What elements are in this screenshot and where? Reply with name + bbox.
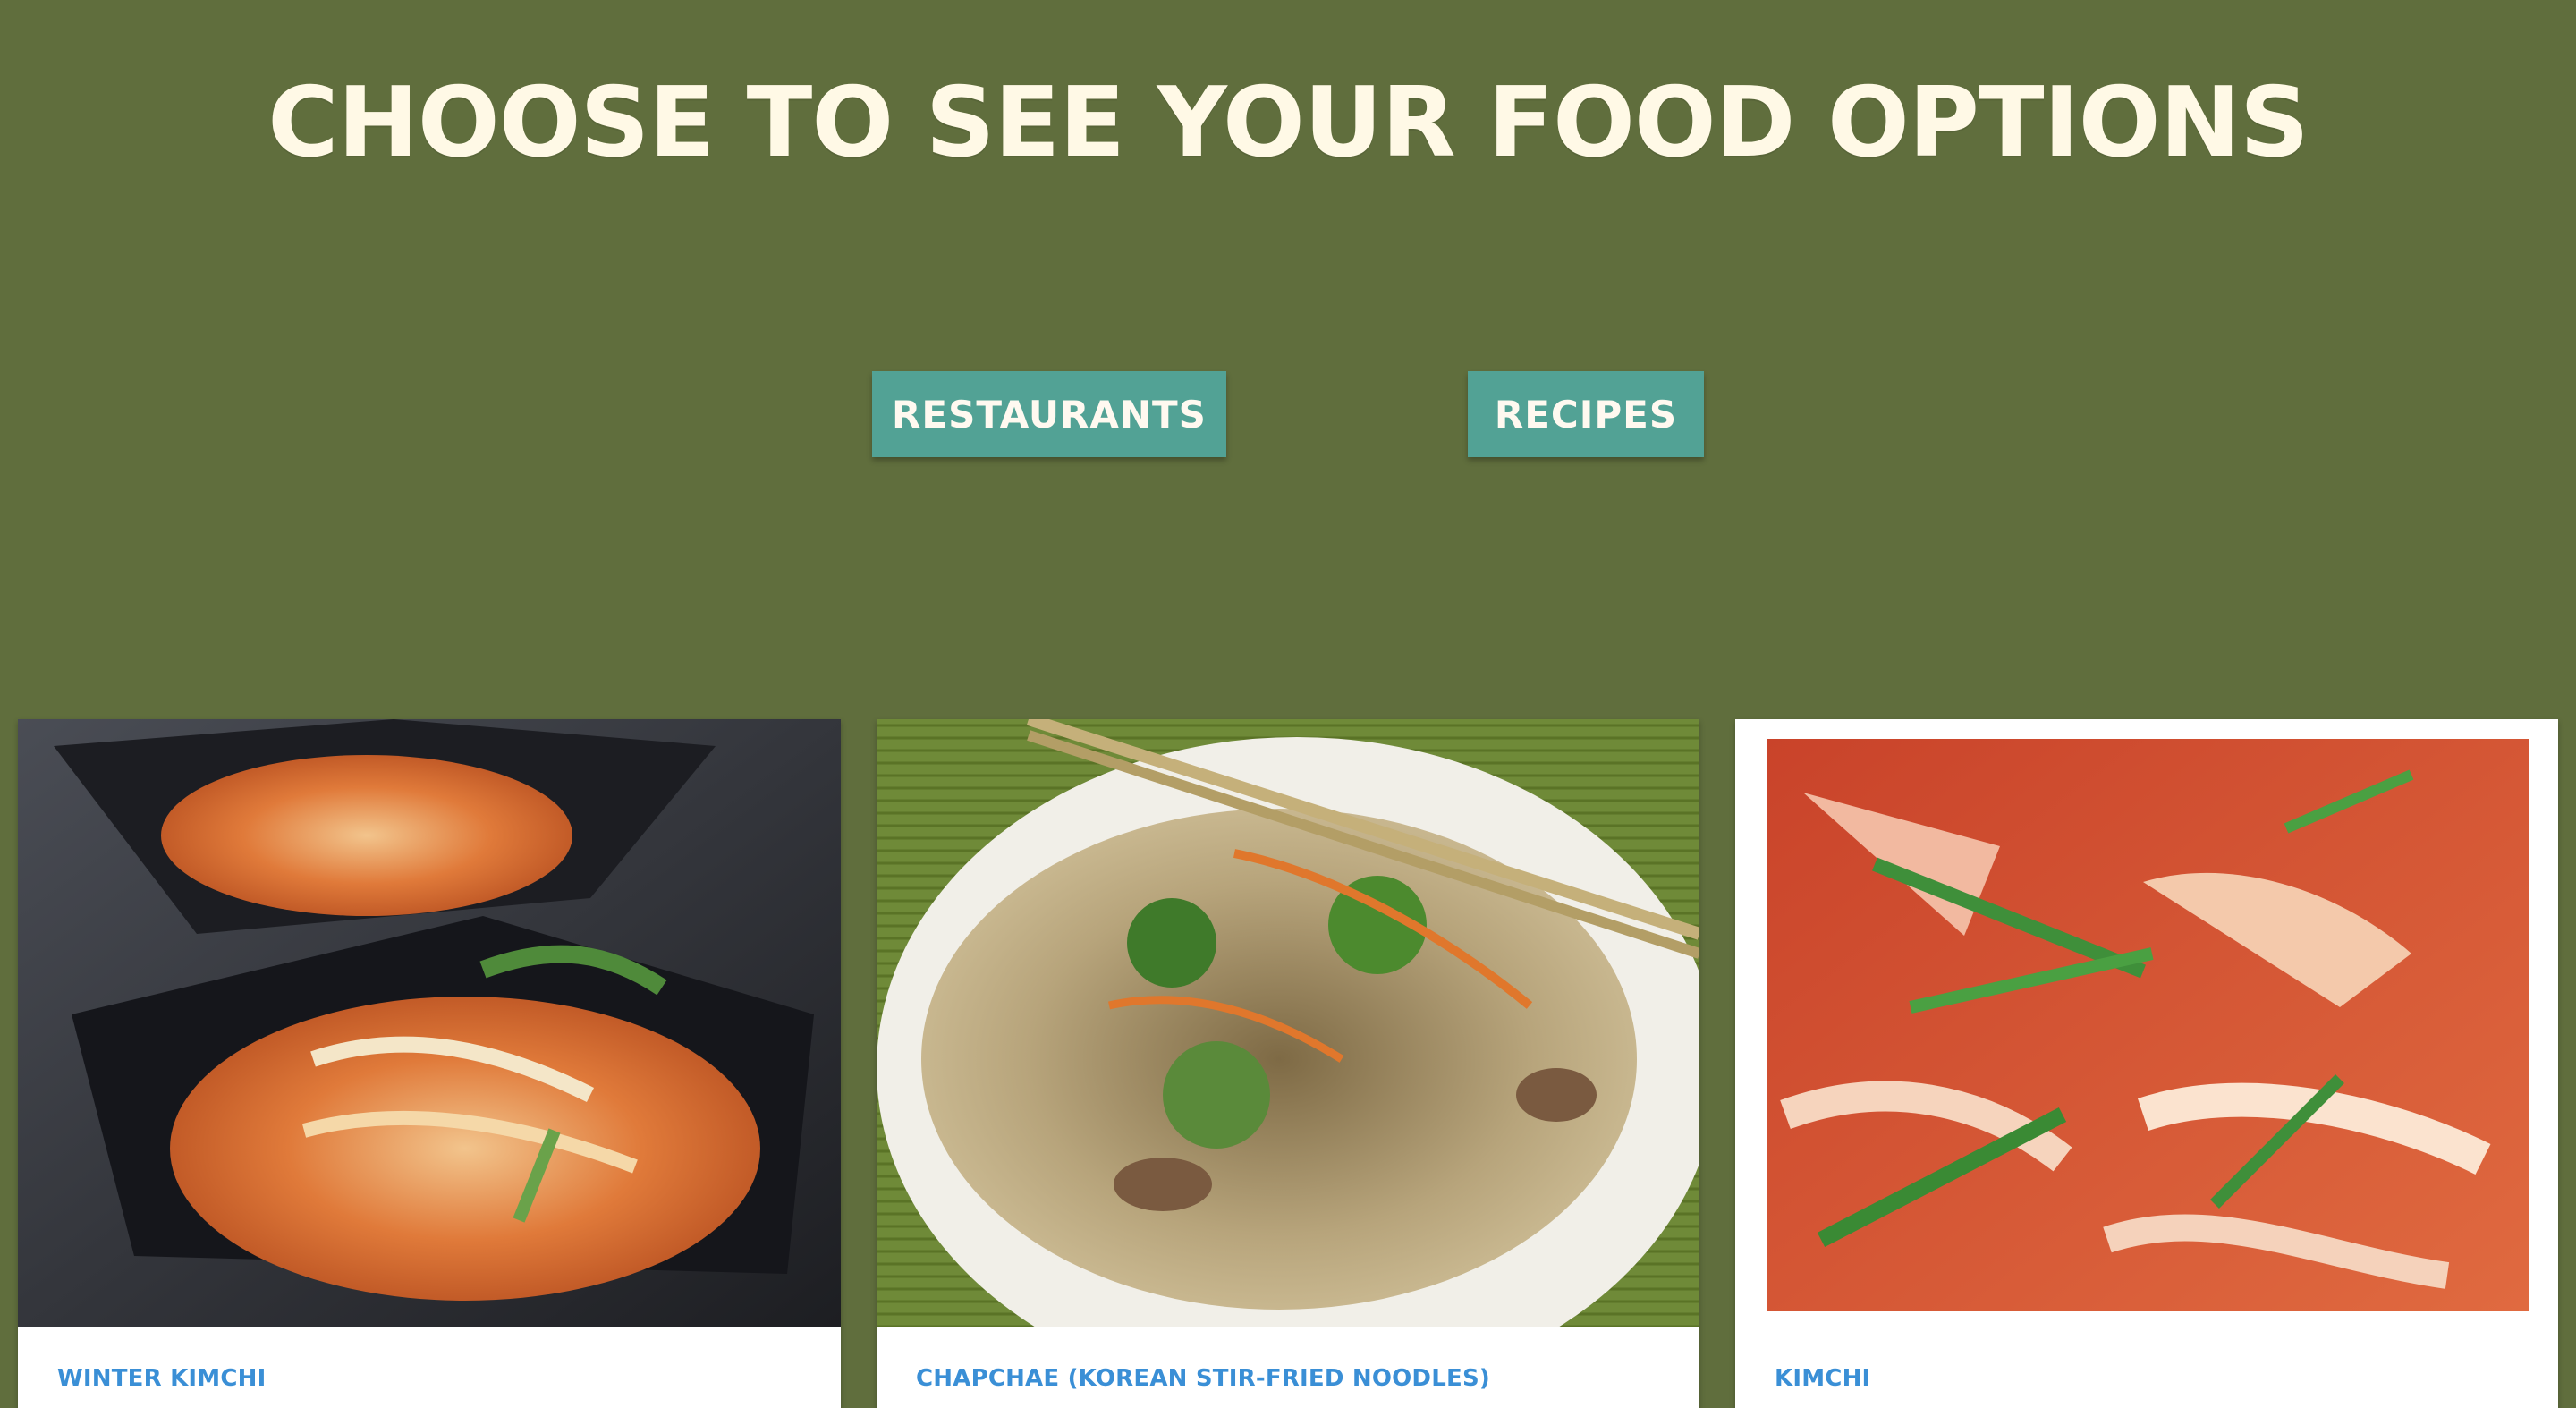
page-title: Choose to see your food options [267, 67, 2309, 179]
recipe-card[interactable]: Chapchae (Korean Stir-Fried Noodles) [877, 719, 1699, 1408]
recipe-title-link[interactable]: Chapchae (Korean Stir-Fried Noodles) [916, 1365, 1490, 1392]
recipe-image[interactable] [18, 719, 841, 1327]
recipe-title-link[interactable]: Winter Kimchi [57, 1365, 267, 1392]
restaurants-button[interactable]: Restaurants [872, 371, 1226, 457]
recipe-image[interactable] [1767, 739, 2529, 1311]
recipe-card[interactable]: Winter Kimchi [18, 719, 841, 1408]
recipe-image[interactable] [877, 719, 1699, 1327]
recipe-title-link[interactable]: Kimchi [1775, 1365, 1870, 1392]
recipe-card[interactable]: Kimchi [1735, 719, 2558, 1408]
recipes-button[interactable]: Recipes [1468, 371, 1704, 457]
